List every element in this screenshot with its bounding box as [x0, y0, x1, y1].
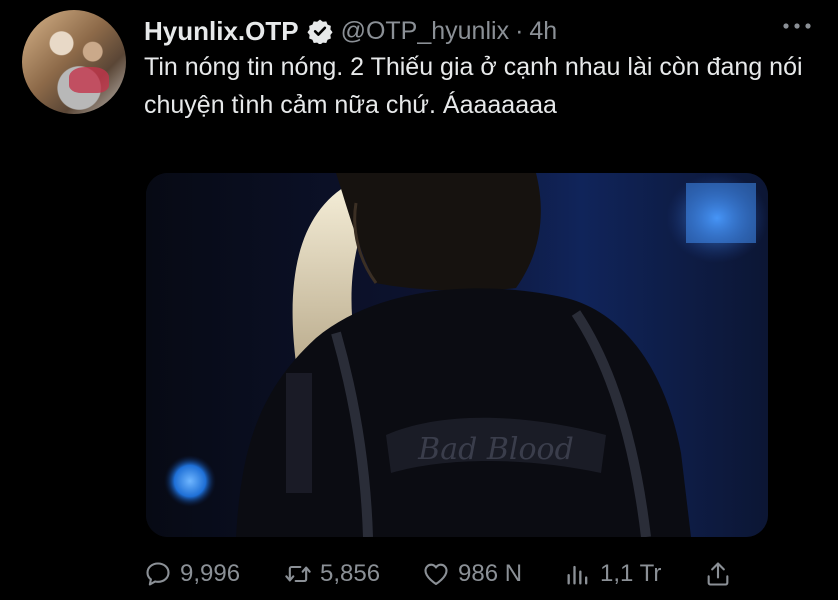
reply-count: 9,996 — [180, 560, 241, 587]
verified-badge-icon — [307, 19, 333, 44]
display-name[interactable]: Hyunlix.OTP — [144, 16, 299, 47]
tweet-header: Hyunlix.OTP @OTP_hyunlix · 4h — [144, 14, 557, 48]
tweet-text: Tin nóng tin nóng. 2 Thiếu gia ở cạnh nh… — [144, 53, 803, 119]
view-count: 1,1 Tr — [600, 560, 662, 587]
reply-icon — [146, 562, 170, 586]
separator-dot: · — [515, 16, 524, 45]
retweet-icon — [285, 565, 311, 583]
user-handle[interactable]: @OTP_hyunlix — [341, 17, 510, 46]
more-dots-icon[interactable] — [780, 16, 814, 36]
reply-button[interactable]: 9,996 — [144, 554, 240, 594]
share-icon — [707, 562, 729, 586]
retweet-button[interactable]: 5,856 — [284, 554, 380, 594]
tweet-photo[interactable]: Bad Blood — [146, 173, 768, 537]
heart-icon — [424, 563, 448, 585]
tweet-time[interactable]: 4h — [529, 17, 557, 46]
views-icon — [567, 565, 588, 585]
views-button[interactable]: 1,1 Tr — [564, 554, 661, 594]
like-count: 986 N — [458, 560, 523, 587]
tweet: Hyunlix.OTP @OTP_hyunlix · 4h Tin nóng t… — [0, 0, 838, 600]
tweet-actions: 9,996 5,856 986 N 1,1 Tr — [144, 554, 744, 594]
photo-content: Bad Blood — [146, 173, 768, 537]
svg-text:Bad Blood: Bad Blood — [417, 432, 574, 467]
like-button[interactable]: 986 N — [422, 554, 522, 594]
share-button[interactable] — [704, 554, 740, 594]
avatar[interactable] — [22, 10, 126, 114]
retweet-count: 5,856 — [320, 560, 381, 587]
